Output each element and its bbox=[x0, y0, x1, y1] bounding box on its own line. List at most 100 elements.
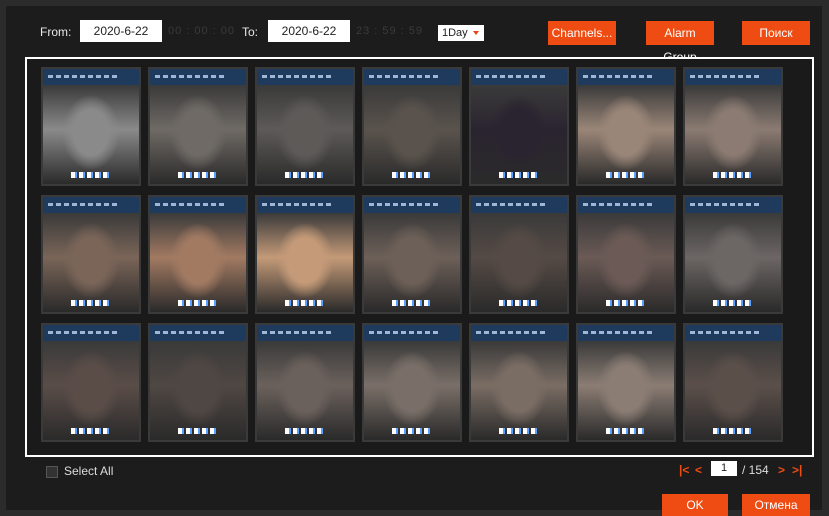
thumbnail-tag bbox=[71, 300, 111, 306]
face-thumbnail[interactable] bbox=[683, 323, 783, 442]
thumbnail-tag bbox=[499, 300, 539, 306]
thumbnail-timestamp bbox=[369, 75, 439, 78]
thumbnail-tag bbox=[606, 300, 646, 306]
thumbnail-timestamp bbox=[583, 331, 653, 334]
thumbnail-header bbox=[685, 325, 781, 341]
to-time-field[interactable]: 23 : 59 : 59 bbox=[356, 25, 423, 37]
thumbnail-header bbox=[471, 325, 567, 341]
thumbnail-timestamp bbox=[476, 75, 546, 78]
thumbnail-tag bbox=[178, 172, 218, 178]
face-thumbnail[interactable] bbox=[469, 323, 569, 442]
thumbnail-timestamp bbox=[476, 331, 546, 334]
thumbnail-timestamp bbox=[48, 331, 118, 334]
cancel-button[interactable]: Отмена bbox=[742, 494, 810, 516]
thumbnail-header bbox=[43, 197, 139, 213]
thumbnail-header bbox=[257, 69, 353, 85]
thumbnail-timestamp bbox=[155, 75, 225, 78]
thumbnail-header bbox=[685, 197, 781, 213]
face-image bbox=[578, 341, 674, 440]
thumbnail-tag bbox=[71, 428, 111, 434]
face-thumbnail[interactable] bbox=[576, 195, 676, 314]
thumbnail-timestamp bbox=[583, 75, 653, 78]
search-button[interactable]: Поиск bbox=[742, 21, 810, 45]
face-thumbnail[interactable] bbox=[255, 323, 355, 442]
face-thumbnail[interactable] bbox=[683, 195, 783, 314]
thumbnail-tag bbox=[71, 172, 111, 178]
thumbnail-header bbox=[471, 197, 567, 213]
face-image bbox=[257, 85, 353, 184]
alarm-group-button[interactable]: Alarm Group bbox=[646, 21, 714, 64]
face-image bbox=[471, 341, 567, 440]
thumbnail-tag bbox=[392, 428, 432, 434]
page-total: / 154 bbox=[742, 463, 769, 477]
face-thumbnail[interactable] bbox=[41, 323, 141, 442]
thumbnail-header bbox=[257, 197, 353, 213]
thumbnail-header bbox=[471, 69, 567, 85]
thumbnail-timestamp bbox=[262, 75, 332, 78]
face-thumbnail[interactable] bbox=[148, 323, 248, 442]
face-image bbox=[364, 341, 460, 440]
from-date-field[interactable]: 2020-6-22 bbox=[80, 20, 162, 42]
to-date-field[interactable]: 2020-6-22 bbox=[268, 20, 350, 42]
face-thumbnail[interactable] bbox=[148, 67, 248, 186]
thumbnail-tag bbox=[606, 428, 646, 434]
thumbnail-timestamp bbox=[48, 203, 118, 206]
thumbnail-timestamp bbox=[583, 203, 653, 206]
face-thumbnail[interactable] bbox=[362, 195, 462, 314]
channels-button[interactable]: Channels... bbox=[548, 21, 616, 45]
period-select[interactable]: 1Day bbox=[438, 25, 484, 41]
face-thumbnail[interactable] bbox=[41, 67, 141, 186]
thumbnail-timestamp bbox=[262, 331, 332, 334]
thumbnail-tag bbox=[392, 300, 432, 306]
thumbnail-tag bbox=[285, 428, 325, 434]
face-thumbnail[interactable] bbox=[469, 195, 569, 314]
face-thumbnail[interactable] bbox=[255, 67, 355, 186]
face-image bbox=[257, 341, 353, 440]
thumbnail-header bbox=[364, 69, 460, 85]
last-page-icon[interactable]: >| bbox=[792, 463, 802, 477]
period-value: 1Day bbox=[442, 27, 468, 39]
select-all-label: Select All bbox=[64, 464, 114, 478]
thumbnail-header bbox=[364, 325, 460, 341]
face-thumbnail[interactable] bbox=[148, 195, 248, 314]
face-image bbox=[685, 85, 781, 184]
face-thumbnail-grid bbox=[25, 57, 814, 457]
thumbnail-tag bbox=[392, 172, 432, 178]
thumbnail-timestamp bbox=[476, 203, 546, 206]
thumbnail-timestamp bbox=[369, 203, 439, 206]
prev-page-icon[interactable]: < bbox=[695, 463, 702, 477]
from-time-field[interactable]: 00 : 00 : 00 bbox=[168, 25, 235, 37]
thumbnail-timestamp bbox=[369, 331, 439, 334]
thumbnail-header bbox=[578, 69, 674, 85]
thumbnail-timestamp bbox=[155, 331, 225, 334]
face-thumbnail[interactable] bbox=[41, 195, 141, 314]
face-image bbox=[43, 341, 139, 440]
face-thumbnail[interactable] bbox=[469, 67, 569, 186]
thumbnail-header bbox=[150, 197, 246, 213]
face-image bbox=[471, 85, 567, 184]
thumbnail-tag bbox=[713, 172, 753, 178]
ok-button[interactable]: OK bbox=[662, 494, 728, 516]
to-label: To: bbox=[242, 25, 259, 39]
face-thumbnail[interactable] bbox=[362, 323, 462, 442]
face-thumbnail[interactable] bbox=[362, 67, 462, 186]
thumbnail-header bbox=[578, 325, 674, 341]
first-page-icon[interactable]: |< bbox=[679, 463, 689, 477]
face-thumbnail[interactable] bbox=[683, 67, 783, 186]
thumbnail-tag bbox=[285, 300, 325, 306]
thumbnail-timestamp bbox=[690, 203, 760, 206]
thumbnail-header bbox=[150, 69, 246, 85]
from-label: From: bbox=[40, 25, 72, 39]
thumbnail-header bbox=[43, 69, 139, 85]
next-page-icon[interactable]: > bbox=[778, 463, 785, 477]
select-all-checkbox[interactable] bbox=[46, 466, 58, 478]
face-thumbnail[interactable] bbox=[255, 195, 355, 314]
face-thumbnail[interactable] bbox=[576, 323, 676, 442]
face-image bbox=[257, 213, 353, 312]
face-image bbox=[43, 213, 139, 312]
thumbnail-timestamp bbox=[262, 203, 332, 206]
face-image bbox=[150, 341, 246, 440]
face-thumbnail[interactable] bbox=[576, 67, 676, 186]
thumbnail-timestamp bbox=[690, 75, 760, 78]
page-number-input[interactable]: 1 bbox=[711, 461, 737, 476]
